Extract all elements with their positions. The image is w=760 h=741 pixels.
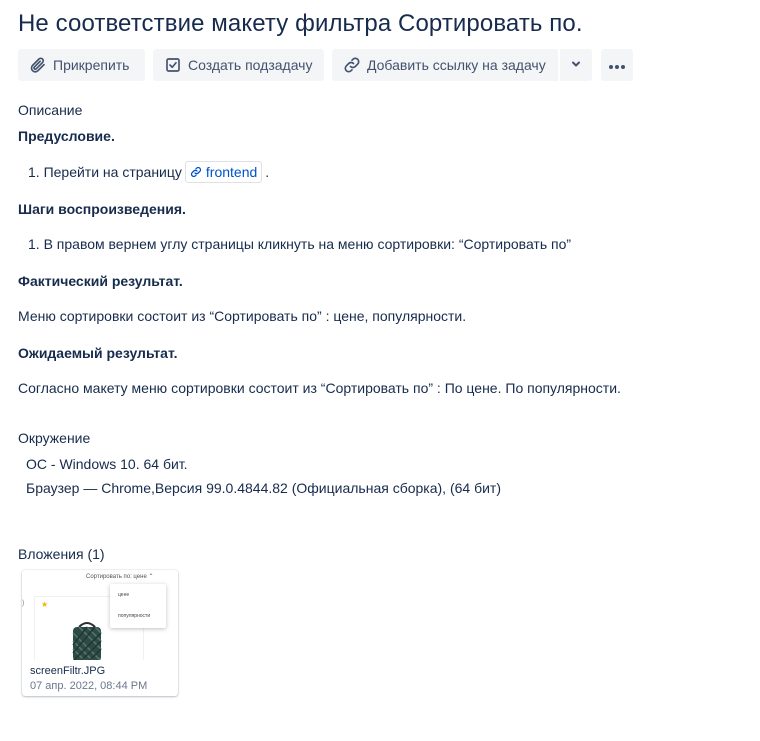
frontend-link[interactable]: frontend xyxy=(184,161,263,183)
thumb-sort-text: Сортировать по: цене ⌃ xyxy=(86,574,154,580)
issue-title[interactable]: Не соответствие макету фильтра Сортирова… xyxy=(18,10,583,38)
precondition-step: 1. Перейти на страницу frontend . xyxy=(28,161,269,183)
thumb-option-price: цене xyxy=(118,592,130,598)
precondition-step-text: 1. Перейти на страницу xyxy=(28,164,182,180)
precondition-step-tail: . xyxy=(265,164,270,180)
precondition-heading: Предусловие. xyxy=(18,128,115,144)
attachment-file-name: screenFiltr.JPG xyxy=(30,665,106,677)
thumb-edge-mark: ) xyxy=(22,600,25,607)
thumb-sort-dropdown: цене популярности xyxy=(110,584,166,628)
environment-os: ОС - Windows 10. 64 бит. xyxy=(26,456,188,472)
attachment-thumbnail[interactable]: Сортировать по: цене ⌃ ) ★ цене популярн… xyxy=(22,570,178,660)
actual-result-text: Меню сортировки состоит из “Сортировать … xyxy=(18,308,467,324)
step-1: 1. В правом вернем углу страницы кликнут… xyxy=(28,236,572,252)
attachment-card[interactable]: Сортировать по: цене ⌃ ) ★ цене популярн… xyxy=(22,570,178,696)
link-icon xyxy=(342,55,362,75)
environment-browser: Браузер — Chrome,Версия 99.0.4844.82 (Оф… xyxy=(26,480,501,496)
link-dropdown-button[interactable] xyxy=(560,49,592,81)
environment-label: Окружение xyxy=(18,430,91,446)
backpack-image xyxy=(72,622,102,660)
attach-button[interactable]: Прикрепить xyxy=(18,49,145,81)
create-subtask-button[interactable]: Создать подзадачу xyxy=(153,49,324,81)
expected-result-heading: Ожидаемый результат. xyxy=(18,345,178,361)
link-icon xyxy=(190,166,201,178)
actual-result-heading: Фактический результат. xyxy=(18,273,183,289)
thumb-option-popularity: популярности xyxy=(118,613,151,619)
add-issue-link-button[interactable]: Добавить ссылку на задачу xyxy=(332,49,558,81)
steps-heading: Шаги воспроизведения. xyxy=(18,201,186,217)
chevron-down-icon xyxy=(570,57,582,73)
create-subtask-button-label: Создать подзадачу xyxy=(188,57,313,73)
star-icon: ★ xyxy=(41,600,49,609)
more-actions-button[interactable] xyxy=(601,49,633,81)
expected-result-text: Согласно макету меню сортировки состоит … xyxy=(18,380,621,396)
attachment-date: 07 апр. 2022, 08:44 PM xyxy=(30,680,148,692)
add-issue-link-button-label: Добавить ссылку на задачу xyxy=(367,57,546,73)
attachments-label: Вложения (1) xyxy=(18,546,105,562)
description-label: Описание xyxy=(18,102,83,118)
attach-button-label: Прикрепить xyxy=(53,57,130,73)
frontend-link-label: frontend xyxy=(205,164,258,180)
more-horizontal-icon xyxy=(608,57,626,73)
subtask-checkbox-icon xyxy=(163,55,183,75)
paperclip-icon xyxy=(28,55,48,75)
